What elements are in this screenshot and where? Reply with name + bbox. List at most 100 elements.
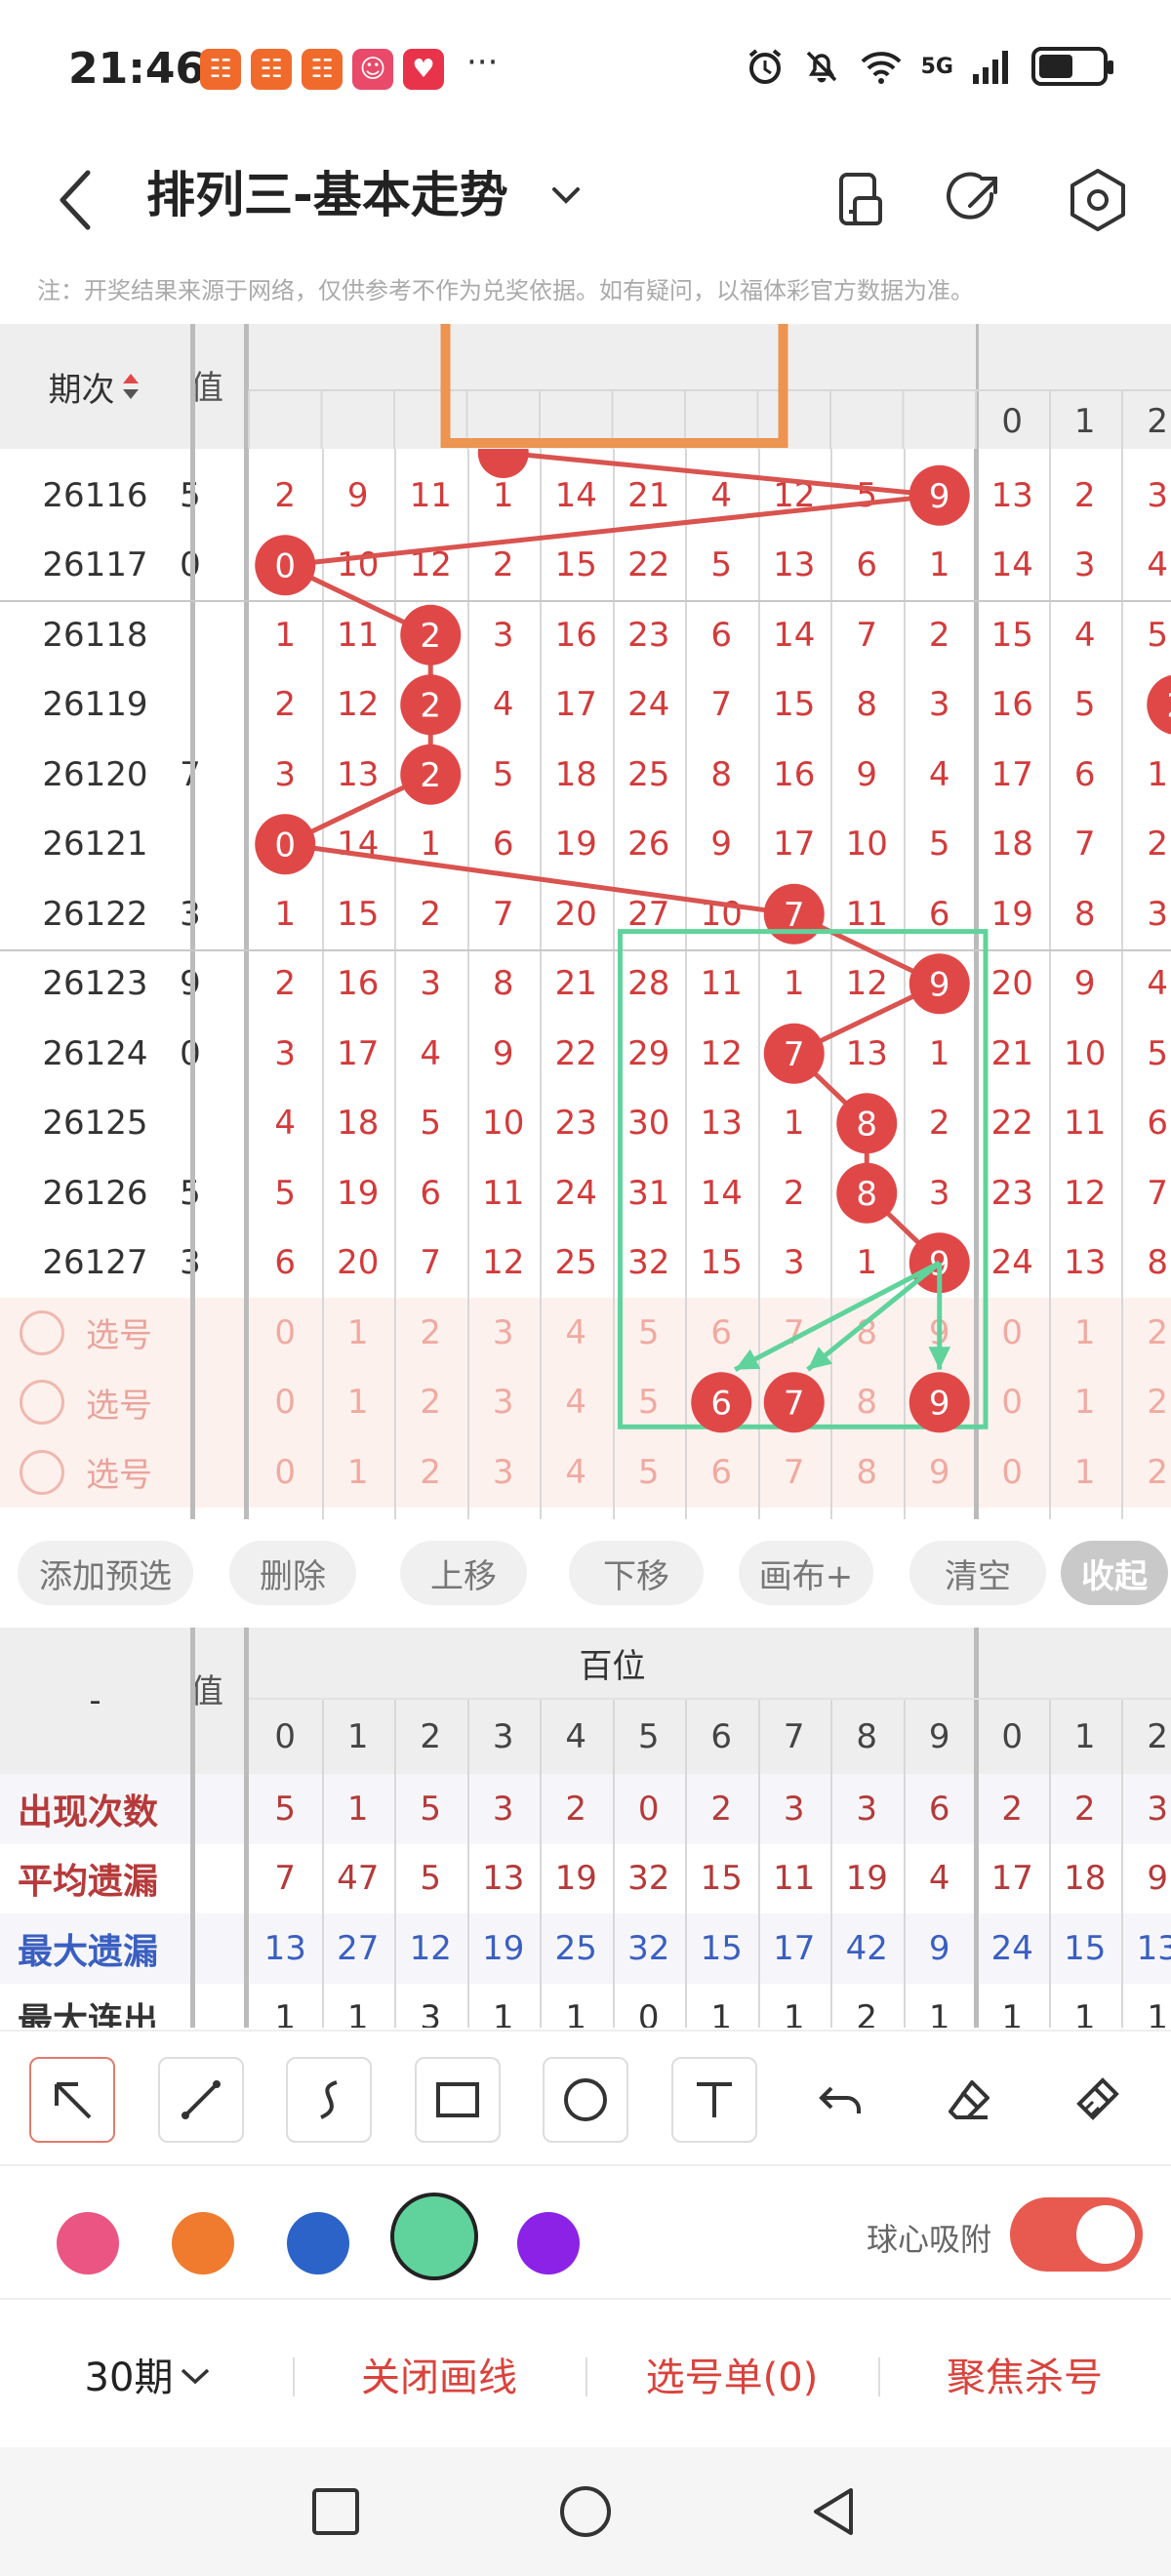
battery-icon [1031, 47, 1113, 86]
grid-line [612, 1698, 615, 2028]
collapse-button[interactable]: 收起 [1061, 1541, 1168, 1605]
stats-partial-column-header: 值 [190, 1672, 223, 1711]
stats-cell: 0 [637, 1998, 660, 2028]
trend-line [276, 450, 946, 1266]
canvas-plus-button[interactable]: 画布+ [739, 1541, 873, 1605]
stats-cell: 7 [274, 1859, 297, 1899]
add-preselect-button[interactable]: 添加预选 [18, 1541, 193, 1605]
stats-row-label: 最大遗漏 [18, 1931, 159, 1972]
stats-row: 平均遗漏 7 47 5 13 19 32 15 11 19 4 17 18 9 [0, 1843, 1171, 1913]
status-bar: 21:46 ☷ ☷ ☷ ☺ ♥ ··· 5G [0, 0, 1171, 137]
stats-cell: 27 [337, 1928, 380, 1968]
trend-overlay: 9022207978892679 [248, 324, 1171, 1433]
eraser-icon[interactable] [927, 2057, 1013, 2143]
delete-button[interactable]: 删除 [229, 1541, 356, 1605]
chevron-down-icon[interactable] [546, 166, 586, 224]
close-lines-button[interactable]: 关闭画线 [322, 2340, 556, 2408]
stats-cell: 3 [856, 1789, 878, 1829]
clear-brush-icon[interactable] [1054, 2057, 1140, 2143]
circle-tool-icon[interactable] [543, 2057, 628, 2143]
stats-cell: 2 [565, 1789, 587, 1829]
stats-cell: 3 [783, 1789, 805, 1829]
selected-pick-number: 9 [929, 1384, 950, 1423]
stats-next-cell: 15 [1064, 1928, 1107, 1968]
move-up-button[interactable]: 上移 [400, 1541, 527, 1605]
stats-cell: 13 [482, 1859, 525, 1899]
text-tool-icon[interactable] [671, 2057, 757, 2143]
stats-cell: 6 [928, 1789, 950, 1829]
winning-ball-number: 2 [420, 686, 441, 725]
column-divider [190, 1628, 195, 2028]
stats-next-cell: 13 [1136, 1928, 1171, 1968]
period-selector[interactable]: 30期 [39, 2340, 263, 2408]
arrow-tool-icon[interactable] [29, 2057, 115, 2143]
page-title[interactable]: 排列三-基本走势 [146, 156, 508, 226]
snap-label: 球心吸附 [867, 2221, 992, 2258]
snap-toggle[interactable] [1010, 2197, 1143, 2272]
grid-line [1121, 1698, 1123, 2028]
stats-group-label: 百位 [579, 1646, 646, 1686]
home-icon[interactable] [558, 2484, 613, 2539]
settings-icon[interactable] [1059, 161, 1137, 239]
stats-cell: 32 [627, 1859, 670, 1899]
undo-icon[interactable] [798, 2057, 884, 2143]
stats-cell: 25 [554, 1928, 597, 1968]
stats-row-label: 最大连出 [18, 2001, 159, 2028]
selected-pick-number: 6 [710, 1384, 732, 1423]
curve-tool-icon[interactable] [286, 2057, 372, 2143]
color-swatch[interactable] [57, 2212, 119, 2274]
focus-kill-button[interactable]: 聚焦杀号 [908, 2340, 1142, 2408]
stats-cell: 2 [856, 1998, 878, 2028]
stats-digit-header: 7 [783, 1716, 805, 1756]
winning-ball-number: 0 [274, 546, 296, 585]
color-swatch[interactable] [287, 2212, 349, 2274]
stats-next-cell: 9 [1147, 1859, 1169, 1899]
pick-list-button[interactable]: 选号单(0) [615, 2340, 849, 2408]
clear-button[interactable]: 清空 [909, 1541, 1046, 1605]
rectangle-tool-icon[interactable] [415, 2057, 501, 2143]
app-icon: ☺ [352, 49, 393, 90]
stats-digit-header: 6 [710, 1716, 733, 1756]
move-down-button[interactable]: 下移 [569, 1541, 704, 1605]
annotation-arrow [806, 1261, 942, 1372]
stats-cell: 19 [554, 1859, 597, 1899]
selected-pick-number: 7 [784, 1384, 805, 1423]
grid-line [1048, 1698, 1051, 2028]
trend-table[interactable]: 期次 值 百位 0123456789012 261165291111421412… [0, 324, 1171, 1519]
stats-next-cell: 1 [1147, 1998, 1169, 2028]
network-label: 5G [920, 54, 953, 79]
recent-apps-icon[interactable] [310, 2486, 361, 2537]
stats-digit-header: 3 [492, 1716, 514, 1756]
grid-line [757, 1698, 760, 2028]
stats-table: - 值 百位 0123456789012 出现次数 5 1 5 3 2 0 2 3 3 6 2 2 3 平均… [0, 1628, 1171, 2028]
row-divider [249, 1698, 1171, 1700]
stats-cell: 15 [700, 1928, 743, 1968]
winning-ball-number: 0 [274, 825, 296, 865]
stats-row: 出现次数 5 1 5 3 2 0 2 3 3 6 2 2 3 [0, 1774, 1171, 1844]
status-time: 21:46 [68, 44, 206, 94]
share-icon[interactable] [937, 161, 1015, 239]
stats-cell: 17 [773, 1928, 816, 1968]
winning-ball-number: 8 [856, 1175, 877, 1214]
alarm-icon [748, 49, 781, 84]
stats-cell: 11 [773, 1859, 816, 1899]
stats-cell: 19 [845, 1859, 888, 1899]
line-tool-icon[interactable] [158, 2057, 244, 2143]
color-swatch[interactable] [390, 2193, 478, 2280]
color-swatch[interactable] [517, 2212, 580, 2274]
back-nav-icon[interactable] [806, 2484, 861, 2539]
grid-line [394, 1698, 396, 2028]
period-label: 30期 [84, 2355, 174, 2400]
grid-line [466, 1698, 469, 2028]
winning-ball-number: 8 [856, 1105, 877, 1144]
column-divider [244, 1628, 249, 2028]
stats-digit-header: 9 [928, 1716, 950, 1756]
status-right: 5G [746, 47, 1113, 86]
app-icon: ☷ [302, 49, 343, 90]
winning-ball-number: 9 [929, 965, 950, 1004]
separator [586, 2357, 587, 2396]
color-swatch[interactable] [172, 2212, 234, 2274]
winning-ball-number: 9 [929, 477, 950, 516]
back-icon[interactable] [49, 161, 107, 239]
rotate-screen-icon[interactable] [820, 161, 898, 239]
